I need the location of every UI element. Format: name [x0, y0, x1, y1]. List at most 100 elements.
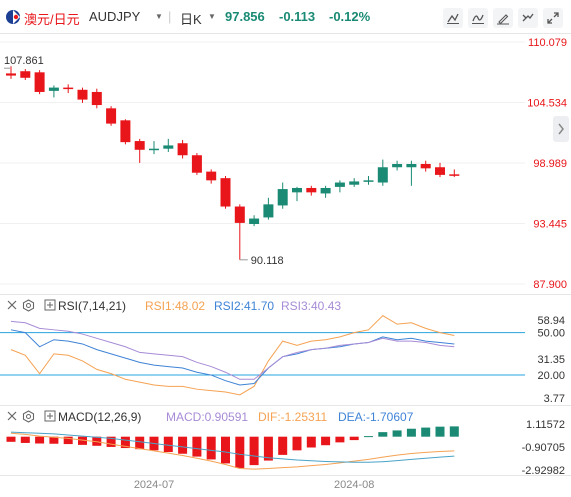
indicator-icon	[472, 14, 484, 24]
candle-body	[392, 163, 403, 168]
date-axis-label: 2024-07	[134, 479, 174, 491]
macd-bar	[6, 436, 16, 442]
macd-bar	[192, 436, 202, 457]
candle-body	[106, 108, 117, 124]
macd-bar	[349, 436, 359, 441]
candle-body	[306, 187, 317, 193]
rsi-axis-label: 50.00	[537, 328, 565, 340]
fullscreen-button[interactable]	[543, 8, 563, 28]
candle-body	[91, 91, 102, 106]
candle-body	[363, 180, 374, 182]
rsi-axis-label: 3.77	[544, 393, 565, 405]
candle-body	[406, 163, 417, 168]
compare-icon	[522, 13, 534, 22]
macd-bar	[335, 436, 345, 443]
macd-bar	[406, 428, 416, 437]
candle-body	[63, 87, 74, 90]
draw-line-tool-button[interactable]	[443, 8, 463, 28]
scroll-right-button[interactable]	[553, 116, 569, 142]
compare-button[interactable]	[518, 8, 538, 28]
line-chart-icon	[447, 13, 459, 24]
macd-bar	[278, 436, 288, 455]
period-selector[interactable]: 日K	[180, 9, 202, 28]
last-price: 97.856	[225, 9, 265, 24]
price-axis-label: 93.445	[533, 219, 567, 231]
rsi-series-3	[10, 320, 455, 380]
rsi-axis-label: 58.94	[537, 315, 565, 327]
symbol-code[interactable]: AUDJPY	[89, 9, 140, 24]
candle-body	[77, 89, 88, 100]
symbol-header: 澳元/日元 AUDJPY ▼ | 日K ▼ 97.856 -0.113 -0.1…	[0, 0, 571, 34]
candle-body	[249, 218, 260, 224]
candle-body	[292, 187, 302, 193]
price-change: -0.113	[279, 9, 316, 24]
audjpy-flag-icon	[6, 10, 20, 24]
macd-axis-label: -0.90705	[522, 442, 565, 454]
symbol-dropdown-icon[interactable]: ▼	[155, 12, 163, 21]
pair-name-cn[interactable]: 澳元/日元	[24, 9, 80, 28]
candle-body	[206, 171, 217, 181]
pane-divider	[0, 294, 571, 295]
candle-body	[6, 73, 16, 76]
expand-icon	[547, 12, 559, 24]
high-price-label: 107.861	[4, 55, 44, 67]
candle-body	[277, 189, 288, 206]
candle-body	[134, 141, 145, 150]
candle-body	[149, 148, 159, 151]
candle-body	[435, 167, 445, 175]
pen-icon	[497, 14, 509, 25]
macd-bar	[249, 436, 259, 466]
candle-body	[34, 72, 45, 92]
macd-bar	[235, 436, 245, 468]
candle-body	[177, 143, 188, 156]
macd-bar	[306, 436, 316, 448]
macd-bar	[135, 436, 145, 450]
dif-line	[10, 432, 455, 470]
candle-body	[163, 145, 174, 149]
price-axis-label: 87.900	[533, 279, 567, 291]
indicator-tool-button[interactable]	[468, 8, 488, 28]
draw-pen-button[interactable]	[493, 8, 513, 28]
price-chart[interactable]: 110.079 104.534 98.989 93.445 87.900 107.861…	[0, 34, 571, 294]
macd-bar	[378, 432, 388, 437]
date-axis: 2024-07 2024-08	[134, 479, 375, 491]
macd-bar	[221, 436, 230, 464]
macd-bar	[421, 427, 431, 437]
price-change-percent: -0.12%	[329, 9, 371, 24]
period-dropdown-icon[interactable]: ▼	[208, 12, 216, 21]
candle-body	[334, 182, 345, 187]
macd-bar	[392, 430, 402, 437]
macd-bar	[364, 436, 373, 438]
price-axis-label: 104.534	[527, 98, 567, 110]
candle-body	[20, 71, 31, 78]
candle-body	[320, 187, 331, 194]
macd-bar	[449, 426, 459, 437]
candle-body	[120, 120, 131, 143]
rsi-series-2	[10, 329, 455, 386]
macd-bar	[292, 436, 302, 451]
candle-body	[191, 155, 202, 173]
candle-body	[420, 163, 431, 169]
candle-body	[377, 167, 388, 183]
chevron-right-icon	[558, 123, 564, 135]
pane-divider	[0, 405, 571, 406]
macd-axis-label: -2.92982	[522, 465, 565, 475]
price-axis-label: 98.989	[533, 158, 567, 170]
price-axis-label: 110.079	[528, 37, 567, 49]
dea-line	[10, 431, 455, 463]
candle-body	[234, 206, 245, 223]
candle-body	[220, 178, 231, 207]
rsi-axis-label: 20.00	[537, 370, 565, 382]
divider: |	[168, 9, 172, 24]
candle-body	[449, 174, 460, 176]
macd-bar	[20, 436, 30, 443]
candle-body	[263, 204, 274, 218]
date-axis-label: 2024-08	[334, 479, 374, 491]
macd-bar	[35, 436, 45, 444]
rsi-chart[interactable]: 58.9450.00 31.35 20.00 3.77	[0, 310, 571, 405]
rsi-axis-label: 31.35	[537, 354, 565, 366]
low-price-label: 90.118	[251, 255, 284, 267]
macd-chart[interactable]: 1.11572 -0.90705 -2.92982	[0, 420, 571, 475]
candle-body	[48, 87, 59, 91]
macd-bar	[178, 436, 188, 454]
